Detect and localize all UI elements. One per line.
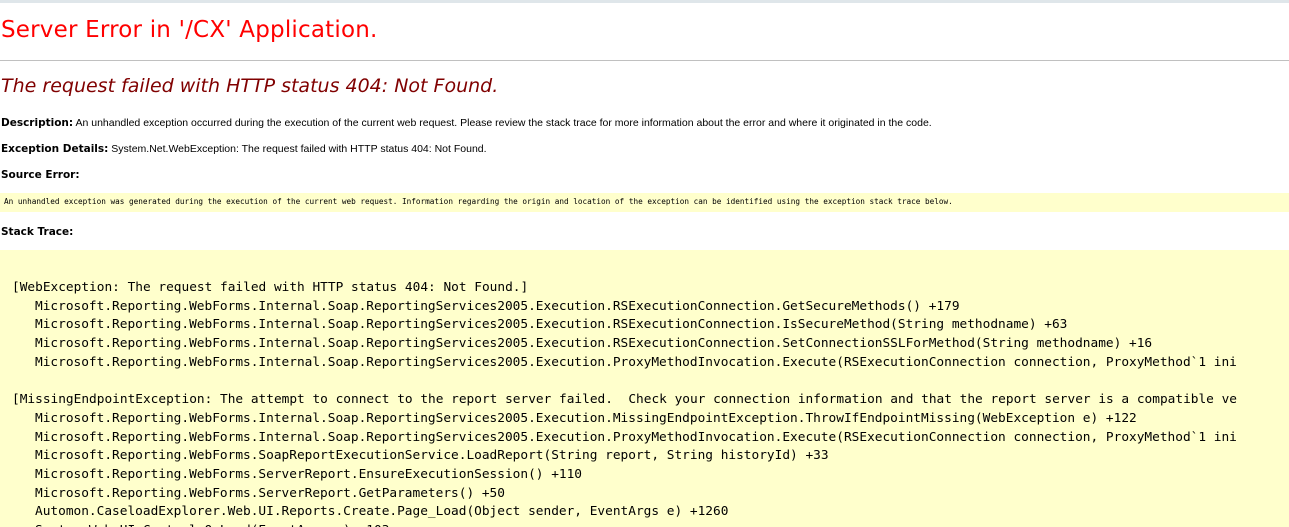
source-error-label: Source Error: [1, 169, 80, 181]
error-message: The request failed with HTTP status 404:… [1, 75, 499, 97]
description-text: An unhandled exception occurred during t… [73, 117, 932, 129]
exception-details: Exception Details: System.Net.WebExcepti… [1, 143, 487, 155]
stack-trace-line: Microsoft.Reporting.WebForms.ServerRepor… [35, 485, 505, 501]
stack-trace-line: Microsoft.Reporting.WebForms.ServerRepor… [35, 466, 583, 482]
stack-trace-label: Stack Trace: [1, 226, 74, 238]
stack-trace-line: Microsoft.Reporting.WebForms.SoapReportE… [35, 448, 829, 464]
stack-trace-line: [WebException: The request failed with H… [12, 280, 529, 295]
top-strip [0, 0, 1289, 3]
stack-trace-line: Microsoft.Reporting.WebForms.Internal.So… [35, 354, 1237, 370]
stack-trace-lines: [WebException: The request failed with H… [12, 279, 1237, 527]
stack-trace-line: Microsoft.Reporting.WebForms.Internal.So… [35, 298, 960, 314]
stack-trace-line [12, 372, 1237, 391]
stack-trace-box: [WebException: The request failed with H… [0, 250, 1289, 527]
description: Description: An unhandled exception occu… [1, 117, 932, 129]
stack-trace-line: Microsoft.Reporting.WebForms.Internal.So… [35, 317, 1068, 333]
exception-details-text: System.Net.WebException: The request fai… [108, 143, 487, 155]
source-error-box: An unhandled exception was generated dur… [0, 193, 1289, 212]
exception-details-label: Exception Details: [1, 143, 109, 155]
title-divider [0, 60, 1289, 61]
stack-trace-line: System.Web.UI.Control.OnLoad(EventArgs e… [12, 522, 1237, 527]
stack-trace-line: Microsoft.Reporting.WebForms.Internal.So… [35, 410, 1137, 426]
stack-trace-line: [MissingEndpointException: The attempt t… [12, 392, 1237, 408]
source-error-text: An unhandled exception was generated dur… [4, 197, 953, 206]
description-label: Description: [1, 117, 74, 129]
stack-trace-line: Microsoft.Reporting.WebForms.Internal.So… [35, 429, 1237, 445]
error-title: Server Error in '/CX' Application. [1, 17, 378, 43]
stack-trace-line: Automon.CaseloadExplorer.Web.UI.Reports.… [35, 504, 729, 520]
stack-trace-line: Microsoft.Reporting.WebForms.Internal.So… [35, 336, 1153, 352]
